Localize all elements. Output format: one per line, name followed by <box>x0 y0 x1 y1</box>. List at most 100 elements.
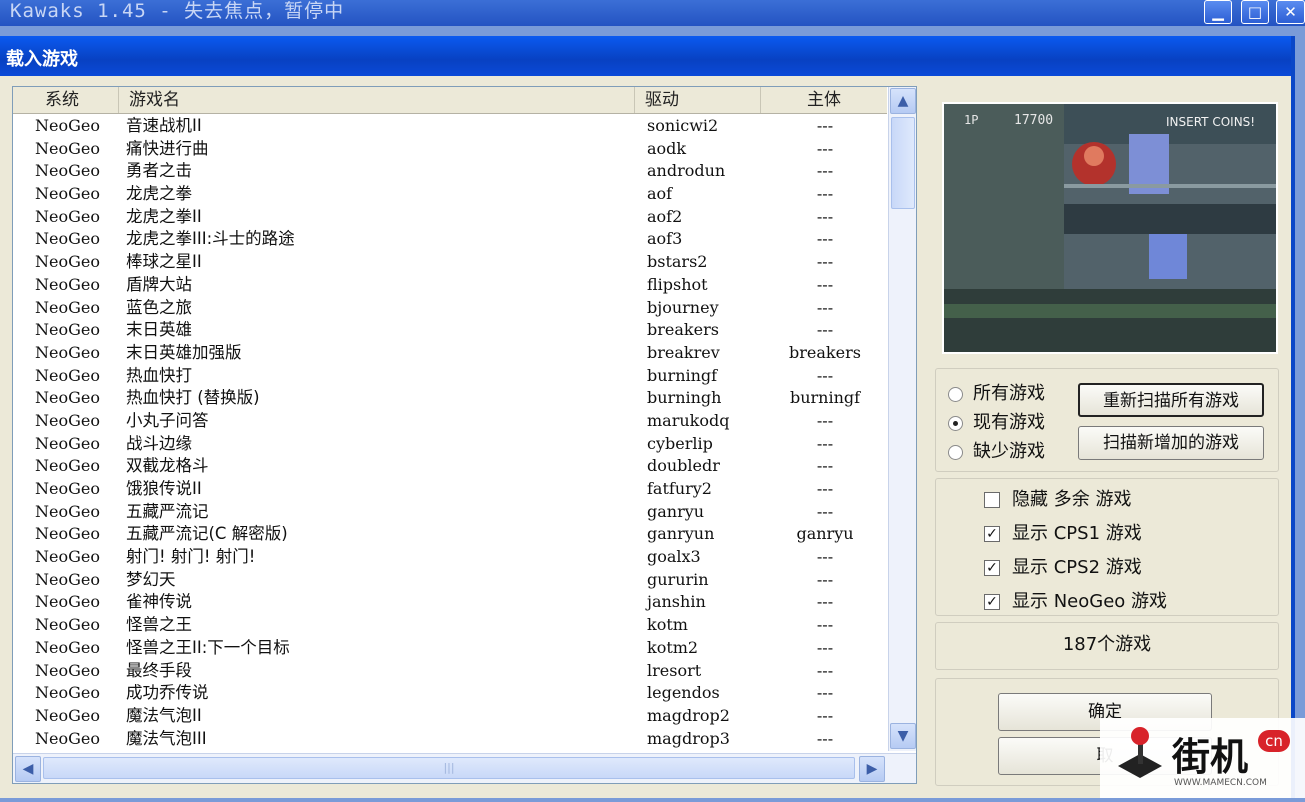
game-list[interactable]: 系统 游戏名 驱动 主体 NeoGeo 音速战机II sonicwi2 --- NeoG… <box>12 86 917 784</box>
rescan-all-button[interactable]: 重新扫描所有游戏 <box>1078 383 1264 417</box>
table-row[interactable]: NeoGeo 龙虎之拳II aof2 --- <box>13 206 887 229</box>
vertical-scroll-thumb[interactable] <box>891 117 915 209</box>
cell-name: 梦幻天 <box>126 569 176 589</box>
cell-name: 五藏严流记 <box>126 501 209 521</box>
radio-missing-games[interactable]: 缺少游戏 <box>948 437 1045 463</box>
cell-driver: goalx3 <box>647 547 701 567</box>
list-header: 系统 游戏名 驱动 主体 <box>13 87 887 114</box>
cell-driver: marukodq <box>647 410 730 430</box>
checkbox-checked-icon[interactable]: ✓ <box>984 560 1000 576</box>
cell-system: NeoGeo <box>35 433 100 453</box>
cell-parent: --- <box>816 320 834 340</box>
chevron-down-icon: ▼ <box>897 728 909 744</box>
table-row[interactable]: NeoGeo 蓝色之旅 bjourney --- <box>13 297 887 320</box>
header-parent[interactable]: 主体 <box>761 87 887 113</box>
horizontal-scroll-thumb[interactable]: ||| <box>43 757 855 779</box>
checkbox-unchecked[interactable] <box>984 492 1000 508</box>
table-row[interactable]: NeoGeo 五藏严流记(C 解密版) ganryun ganryu <box>13 523 887 546</box>
game-count-panel: 187个游戏 <box>935 622 1279 670</box>
cell-name: 小丸子问答 <box>126 410 209 430</box>
scroll-right-button[interactable]: ▶ <box>859 756 885 782</box>
cell-driver: janshin <box>647 592 706 612</box>
table-row[interactable]: NeoGeo 最终手段 lresort --- <box>13 660 887 683</box>
table-row[interactable]: NeoGeo 雀神传说 janshin --- <box>13 591 887 614</box>
header-system[interactable]: 系统 <box>13 87 119 113</box>
radio-indicator[interactable] <box>948 444 963 460</box>
table-row[interactable]: NeoGeo 射门! 射门! 射门! goalx3 --- <box>13 546 887 569</box>
radio-all-games[interactable]: 所有游戏 <box>948 379 1045 405</box>
show-cps2-checkbox[interactable]: ✓ 显示 CPS2 游戏 <box>984 553 1142 579</box>
cell-system: NeoGeo <box>35 116 100 135</box>
table-row[interactable]: NeoGeo 梦幻天 gururin --- <box>13 569 887 592</box>
cell-driver: aof <box>647 184 673 204</box>
cell-driver: ganryu <box>647 501 705 521</box>
table-row[interactable]: NeoGeo 成功乔传说 legendos --- <box>13 682 887 705</box>
show-cps1-checkbox[interactable]: ✓ 显示 CPS1 游戏 <box>984 519 1142 545</box>
radio-available-games[interactable]: 现有游戏 <box>948 408 1045 434</box>
cell-system: NeoGeo <box>35 615 100 635</box>
table-row[interactable]: NeoGeo 双截龙格斗 doubledr --- <box>13 455 887 478</box>
cell-name: 末日英雄加强版 <box>126 342 242 362</box>
table-row[interactable]: NeoGeo 龙虎之拳 aof --- <box>13 183 887 206</box>
table-row[interactable]: NeoGeo 痛快进行曲 aodk --- <box>13 138 887 161</box>
scroll-down-button[interactable]: ▼ <box>890 723 916 749</box>
cell-system: NeoGeo <box>35 229 100 249</box>
cell-name: 棒球之星II <box>126 252 202 272</box>
table-row[interactable]: NeoGeo 小丸子问答 marukodq --- <box>13 410 887 433</box>
cell-driver: ganryun <box>647 524 715 544</box>
scan-new-button[interactable]: 扫描新增加的游戏 <box>1078 426 1264 460</box>
cell-parent: --- <box>816 637 834 657</box>
cell-driver: breakers <box>647 320 719 340</box>
cell-name: 最终手段 <box>126 660 192 680</box>
table-row[interactable]: NeoGeo 魔法气泡III magdrop3 --- <box>13 728 887 751</box>
table-row[interactable]: NeoGeo 末日英雄加强版 breakrev breakers <box>13 342 887 365</box>
table-row[interactable]: NeoGeo 热血快打 (替换版) burningh burningf <box>13 387 887 410</box>
table-row[interactable]: NeoGeo 魔法气泡II magdrop2 --- <box>13 705 887 728</box>
cell-name: 热血快打 <box>126 365 192 385</box>
table-row[interactable]: NeoGeo 音速战机II sonicwi2 --- <box>13 115 887 138</box>
radio-indicator-selected[interactable] <box>948 415 963 431</box>
show-neogeo-checkbox[interactable]: ✓ 显示 NeoGeo 游戏 <box>984 587 1167 613</box>
cell-parent: --- <box>816 615 834 635</box>
scroll-up-button[interactable]: ▲ <box>890 88 916 114</box>
radio-indicator[interactable] <box>948 386 963 402</box>
table-row[interactable]: NeoGeo 热血快打 burningf --- <box>13 365 887 388</box>
header-name[interactable]: 游戏名 <box>119 87 635 113</box>
cell-system: NeoGeo <box>35 342 100 362</box>
scroll-left-button[interactable]: ◀ <box>15 756 41 782</box>
cell-name: 蓝色之旅 <box>126 297 192 317</box>
table-row[interactable]: NeoGeo 饿狼传说II fatfury2 --- <box>13 478 887 501</box>
cell-driver: kotm <box>647 615 688 635</box>
header-driver[interactable]: 驱动 <box>635 87 761 113</box>
table-row[interactable]: NeoGeo 龙虎之拳III:斗士的路途 aof3 --- <box>13 228 887 251</box>
table-row[interactable]: NeoGeo 棒球之星II bstars2 --- <box>13 251 887 274</box>
table-row[interactable]: NeoGeo 五藏严流记 ganryu --- <box>13 501 887 524</box>
cell-name: 音速战机II <box>126 116 202 135</box>
close-window-button[interactable]: ✕ <box>1276 0 1305 24</box>
cell-system: NeoGeo <box>35 637 100 657</box>
horizontal-scrollbar[interactable]: ◀ ||| ▶ <box>13 753 916 783</box>
hide-extra-checkbox[interactable]: 隐藏 多余 游戏 <box>984 485 1131 511</box>
cell-driver: aof2 <box>647 206 683 226</box>
minimize-button[interactable]: ▁ <box>1204 0 1232 24</box>
cell-driver: magdrop3 <box>647 728 730 748</box>
table-row[interactable]: NeoGeo 怪兽之王II:下一个目标 kotm2 --- <box>13 637 887 660</box>
vertical-scrollbar[interactable]: ▲ ▼ <box>888 87 916 751</box>
checkbox-checked-icon[interactable]: ✓ <box>984 594 1000 610</box>
load-game-dialog: 载入游戏 系统 游戏名 驱动 主体 NeoGeo 音速战机II sonicwi2 --… <box>0 36 1295 798</box>
cell-driver: magdrop2 <box>647 705 730 725</box>
maximize-button[interactable]: □ <box>1241 0 1269 24</box>
cell-system: NeoGeo <box>35 161 100 181</box>
table-row[interactable]: NeoGeo 怪兽之王 kotm --- <box>13 614 887 637</box>
cell-parent: --- <box>816 456 834 476</box>
cell-system: NeoGeo <box>35 297 100 317</box>
cell-name: 魔法气泡II <box>126 705 202 725</box>
table-row[interactable]: NeoGeo 战斗边缘 cyberlip --- <box>13 433 887 456</box>
checkbox-checked-icon[interactable]: ✓ <box>984 526 1000 542</box>
cell-driver: bjourney <box>647 297 719 317</box>
cell-name: 五藏严流记(C 解密版) <box>126 524 288 544</box>
table-row[interactable]: NeoGeo 末日英雄 breakers --- <box>13 319 887 342</box>
cell-name: 魔法气泡III <box>126 728 207 748</box>
table-row[interactable]: NeoGeo 勇者之击 androdun --- <box>13 160 887 183</box>
table-row[interactable]: NeoGeo 盾牌大站 flipshot --- <box>13 274 887 297</box>
